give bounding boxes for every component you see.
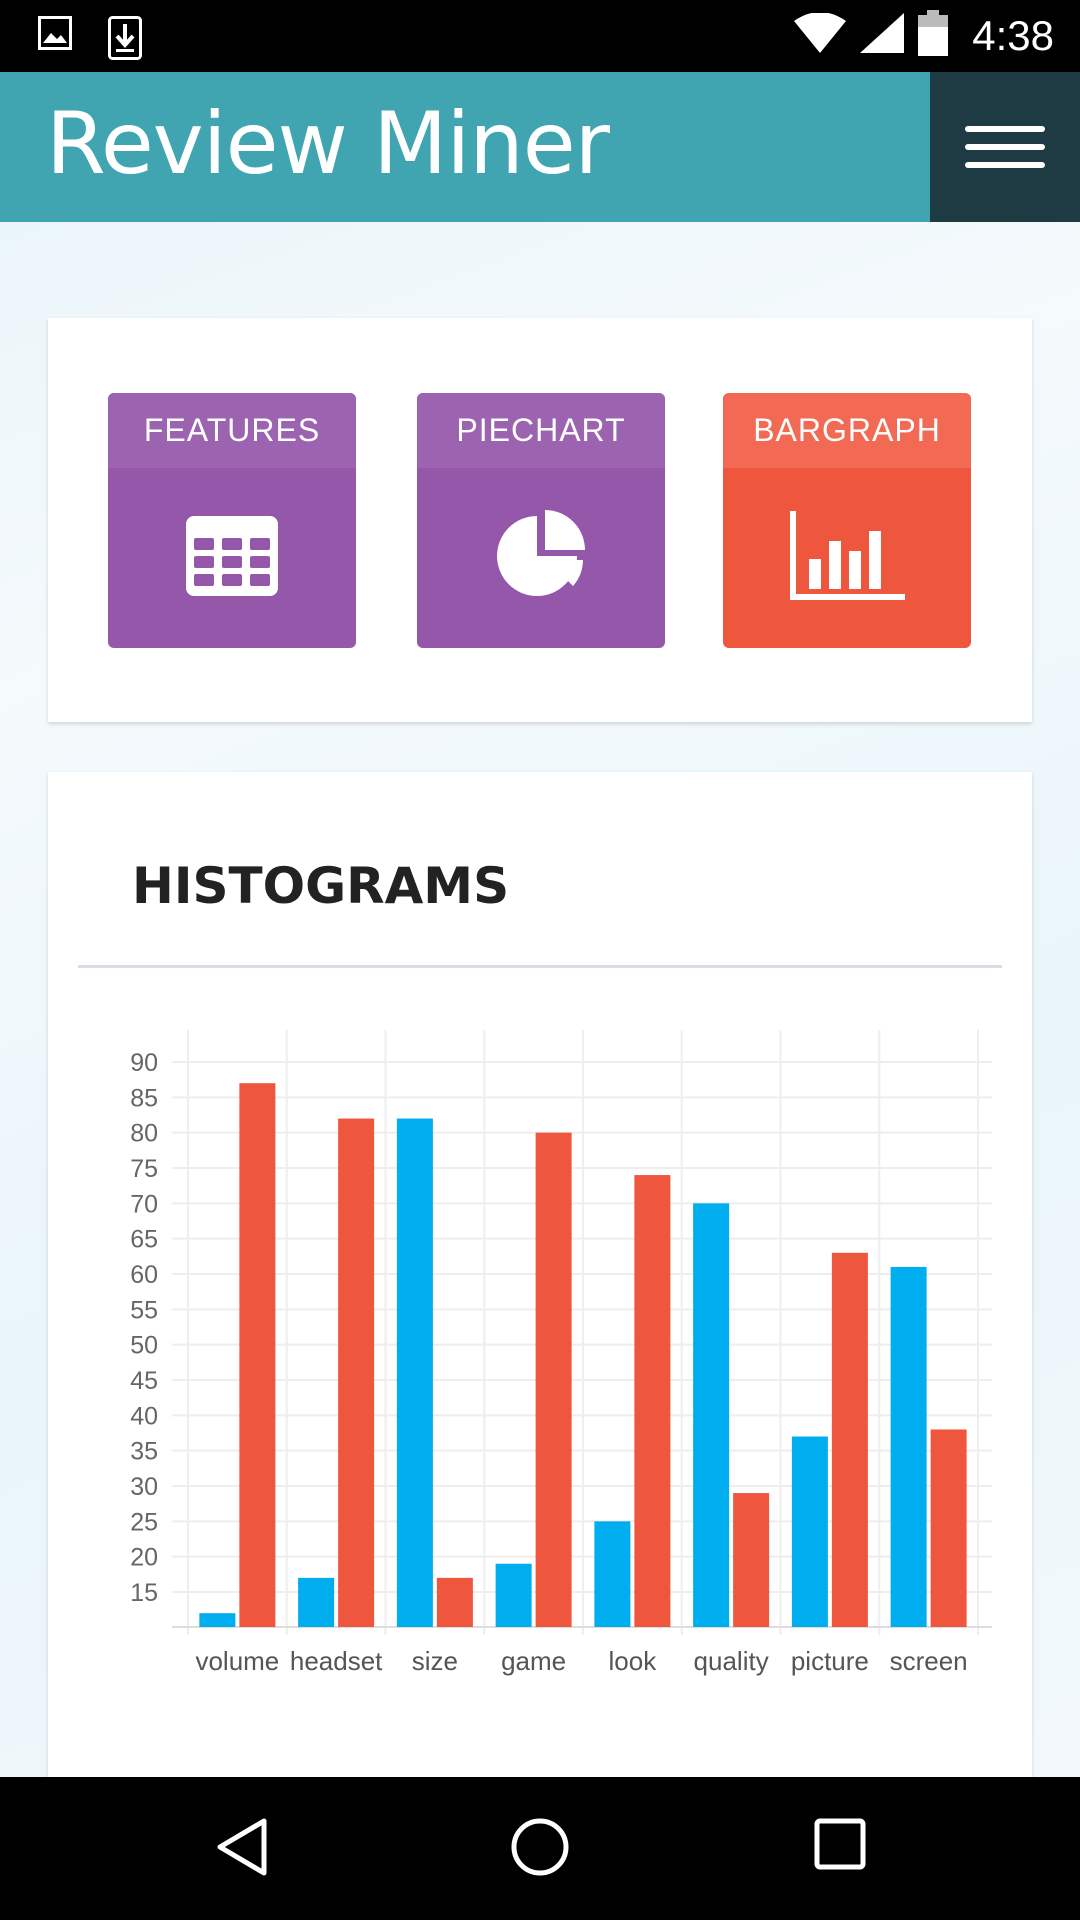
bar (199, 1613, 236, 1627)
home-icon[interactable] (510, 1817, 570, 1882)
status-bar: 4:38 (0, 0, 1080, 72)
app-title: Review Miner (46, 94, 610, 194)
pie-chart-icon (493, 508, 589, 609)
y-tick-label: 40 (130, 1402, 158, 1430)
image-icon (38, 16, 72, 65)
y-tick-label: 55 (130, 1296, 158, 1324)
bargraph-label: BARGRAPH (723, 393, 971, 468)
x-tick-label: size (412, 1646, 458, 1676)
wifi-icon (794, 12, 847, 58)
x-tick-label: look (609, 1646, 658, 1676)
bar (495, 1563, 532, 1627)
chart-card: HISTOGRAMS 15 20 25 30 35 40 45 50 55 60 65 70 75 80 8… (48, 772, 1032, 1777)
download-icon (108, 16, 142, 65)
bar (634, 1175, 671, 1627)
y-tick-label: 80 (130, 1120, 158, 1148)
features-label: FEATURES (108, 393, 356, 468)
bar (693, 1203, 730, 1627)
menu-button[interactable] (930, 72, 1080, 222)
bar (338, 1118, 375, 1627)
bar (298, 1577, 335, 1627)
x-tick-label: quality (694, 1646, 769, 1676)
status-time: 4:38 (972, 11, 1054, 59)
y-tick-label: 50 (130, 1332, 158, 1360)
nav-card: FEATURES PIECHART BARGRAPH (48, 318, 1032, 722)
y-tick-label: 25 (130, 1508, 158, 1536)
features-button[interactable]: FEATURES (108, 393, 356, 648)
bar (930, 1429, 967, 1627)
y-tick-label: 90 (130, 1049, 158, 1077)
piechart-label: PIECHART (417, 393, 665, 468)
y-tick-label: 35 (130, 1438, 158, 1466)
bar (890, 1266, 927, 1627)
y-tick-label: 20 (130, 1544, 158, 1572)
x-tick-label: volume (195, 1646, 279, 1676)
bar (831, 1252, 868, 1627)
y-tick-label: 70 (130, 1190, 158, 1218)
y-tick-label: 60 (130, 1261, 158, 1289)
battery-icon (918, 10, 949, 61)
hamburger-menu-bar (965, 162, 1045, 168)
y-tick-label: 15 (130, 1579, 158, 1607)
bar (594, 1521, 631, 1627)
system-nav-bar (0, 1777, 1080, 1920)
bar (436, 1577, 473, 1627)
bar (396, 1118, 433, 1627)
y-tick-label: 45 (130, 1367, 158, 1395)
x-tick-label: headset (290, 1646, 383, 1676)
y-tick-label: 30 (130, 1473, 158, 1501)
signal-icon (860, 13, 905, 58)
back-icon[interactable] (214, 1817, 270, 1882)
bar (535, 1132, 572, 1627)
y-tick-label: 65 (130, 1226, 158, 1254)
x-tick-label: screen (890, 1646, 968, 1676)
hamburger-menu-icon (965, 126, 1045, 132)
app-bar: Review Miner (0, 72, 1080, 222)
bar (733, 1493, 770, 1627)
table-grid-icon (186, 515, 278, 601)
x-tick-label: picture (791, 1646, 869, 1676)
bargraph-button[interactable]: BARGRAPH (723, 393, 971, 648)
x-tick-label: game (501, 1646, 566, 1676)
bar-chart-icon (789, 510, 905, 606)
y-tick-label: 85 (130, 1084, 158, 1112)
bar (791, 1436, 828, 1627)
bar (239, 1083, 276, 1627)
piechart-button[interactable]: PIECHART (417, 393, 665, 648)
y-tick-label: 75 (130, 1155, 158, 1183)
histogram-chart: 15 20 25 30 35 40 45 50 55 60 65 70 75 80 85 90 volume he… (130, 1030, 992, 1676)
recents-icon[interactable] (814, 1817, 866, 1878)
hamburger-menu-bar (965, 144, 1045, 150)
